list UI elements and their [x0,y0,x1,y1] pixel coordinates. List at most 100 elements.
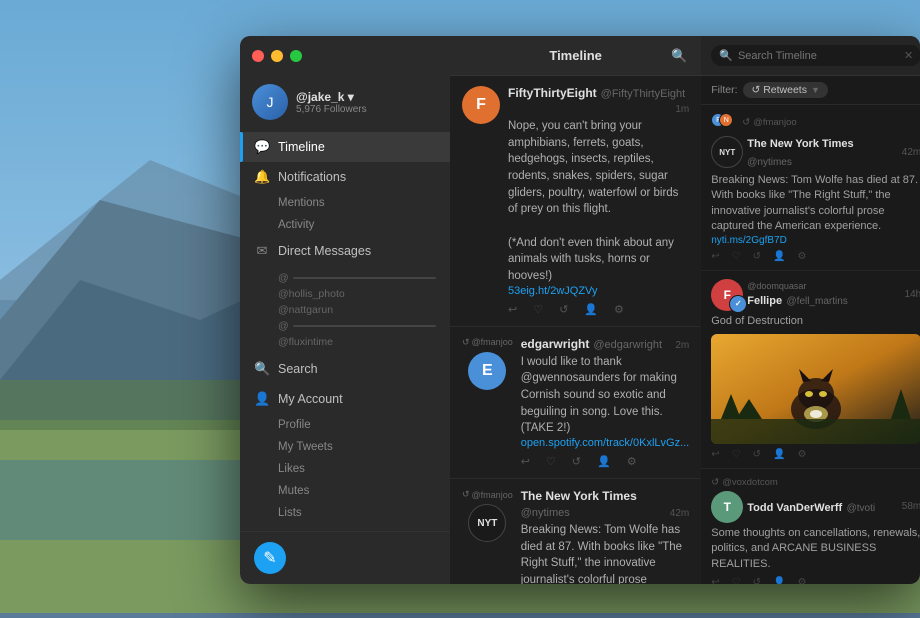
filter-retweets-label: ↺ Retweets [751,84,806,96]
right-tweet-handle: @nytimes [747,157,792,168]
right-tweet-handle: @tvoti [847,503,876,514]
right-tweet-avatar: NYT [711,136,743,168]
dm-button[interactable]: 👤 [773,577,785,584]
sidebar-item-label: Timeline [278,140,325,154]
retweet-indicator: ↺ @fmanjoo [462,337,513,348]
dm-icon: ✉ [254,243,270,259]
sidebar-item-likes[interactable]: Likes [240,458,450,480]
doom-user: @doomquasar [747,281,806,291]
dm-button[interactable]: 👤 [773,449,785,460]
maximize-button[interactable] [290,50,302,62]
retweet-button[interactable]: ↺ [753,577,761,584]
tweet-author-name: FiftyThirtyEight [508,86,597,100]
tweet-body: Nope, you can't bring your amphibians, f… [508,118,689,285]
right-tweet-link[interactable]: nyti.ms/2GgfB7D [711,235,920,246]
sidebar-item-label: Notifications [278,170,346,184]
like-button[interactable]: ♡ [533,303,543,316]
right-tweet-body: Breaking News: Tom Wolfe has died at 87.… [711,173,920,235]
dm-button[interactable]: 👤 [584,303,598,316]
timeline-icon: 💬 [254,139,270,155]
filter-retweets-pill[interactable]: ↺ Retweets ▼ [743,82,827,98]
reply-button[interactable]: ↩ [711,251,719,262]
right-tweet-name: Fellipe [747,295,782,307]
tweet-timestamp: 42m [670,508,689,519]
sidebar-item-notifications[interactable]: 🔔 Notifications [240,162,450,192]
sidebar-item-my-tweets[interactable]: My Tweets [240,436,450,458]
verified-badge: ✓ [729,295,747,313]
sidebar-item-lists[interactable]: Lists [240,502,450,524]
tweet-body: Breaking News: Tom Wolfe has died at 87.… [521,522,690,584]
right-tweet-name: The New York Times [747,138,853,150]
dm-account-fluxintime[interactable]: @fluxintime [278,334,436,350]
right-tweet-item: F N ↺ @fmanjoo NYT The New York Times @n… [701,105,920,271]
dm-button[interactable]: 👤 [597,455,611,468]
tweet-link[interactable]: 53eig.ht/2wJQZVy [508,285,689,297]
tweet-actions: ↩ ♡ ↺ 👤 ⚙ [508,303,689,316]
reply-button[interactable]: ↩ [711,449,719,460]
compose-button[interactable]: ✎ [254,542,286,574]
sidebar-item-timeline[interactable]: 💬 Timeline [240,132,450,162]
sidebar-item-mentions[interactable]: Mentions [240,192,450,214]
minimize-button[interactable] [271,50,283,62]
retweet-button[interactable]: ↺ [572,455,581,468]
sidebar-item-search[interactable]: 🔍 Search [240,354,450,384]
tweet-item: F FiftyThirtyEight @FiftyThirtyEight 1m … [450,76,701,327]
right-tweet-avatar: T [711,491,743,523]
filter-label: Filter: [711,84,737,96]
follower-count: 5,976 Followers [296,104,438,115]
like-button[interactable]: ♡ [732,577,741,584]
like-button[interactable]: ♡ [732,251,741,262]
more-button[interactable]: ⚙ [614,303,624,316]
dm-account-hollis[interactable]: @hollis_photo [278,286,436,302]
tweet-author-handle: @edgarwright [593,339,662,351]
dm-account-item[interactable]: @ [278,270,436,286]
like-button[interactable]: ♡ [732,449,741,460]
tweet-avatar: NYT [468,504,506,542]
right-tweet-body: Some thoughts on cancellations, renewals… [711,526,920,572]
right-tweet-time: 14h [905,289,920,300]
tweet-link[interactable]: open.spotify.com/track/0KxlLvGz... [521,437,690,449]
reply-button[interactable]: ↩ [521,455,530,468]
search-container: 🔍 ✕ [711,45,920,66]
sidebar-item-profile[interactable]: Profile [240,414,450,436]
sidebar-item-label: My Account [278,392,343,406]
main-window: J @jake_k ▾ 5,976 Followers 💬 Timeline 🔔… [240,36,920,584]
timeline-search-icon[interactable]: 🔍 [671,48,687,64]
search-icon: 🔍 [254,361,270,377]
more-button[interactable]: ⚙ [797,251,806,262]
more-button[interactable]: ⚙ [797,449,806,460]
retweet-button[interactable]: ↺ [559,303,568,316]
sidebar-item-activity[interactable]: Activity [240,214,450,236]
user-section[interactable]: J @jake_k ▾ 5,976 Followers [240,76,450,132]
tweet-timestamp: 1m [675,104,689,115]
sidebar-item-mutes[interactable]: Mutes [240,480,450,502]
dm-button[interactable]: 👤 [773,251,785,262]
search-input[interactable] [738,50,899,62]
retweet-button[interactable]: ↺ [753,449,761,460]
account-icon: 👤 [254,391,270,407]
dm-account-nattgarun[interactable]: @nattgarun [278,302,436,318]
tweet-body: I would like to thank @gwennosaunders fo… [521,354,690,437]
more-button[interactable]: ⚙ [627,455,637,468]
like-button[interactable]: ♡ [546,455,556,468]
right-tweet-actions: ↩ ♡ ↺ 👤 ⚙ [711,449,920,460]
right-tweet-body: God of Destruction [711,314,920,329]
right-tweet-time: 42m [902,147,920,158]
sidebar-item-direct-messages[interactable]: ✉ Direct Messages [240,236,450,266]
right-tweet-name: Todd VanDerWerff [747,502,842,514]
retweet-indicator: ↺ @fmanjoo [462,489,513,500]
sidebar: J @jake_k ▾ 5,976 Followers 💬 Timeline 🔔… [240,36,450,584]
dm-account-item2[interactable]: @ [278,318,436,334]
sidebar-item-account[interactable]: 👤 My Account [240,384,450,414]
retweeted-by: @fmanjoo [472,490,513,500]
search-clear-button[interactable]: ✕ [904,49,913,62]
more-button[interactable]: ⚙ [797,577,806,584]
reply-button[interactable]: ↩ [508,303,517,316]
right-panel-header: 🔍 ✕ [701,36,920,76]
tweet-avatar: F [462,86,500,124]
reply-button[interactable]: ↩ [711,577,719,584]
filter-bar: Filter: ↺ Retweets ▼ [701,76,920,105]
close-button[interactable] [252,50,264,62]
retweet-button[interactable]: ↺ [753,251,761,262]
right-tweet-item: ↺ @voxdotcom T Todd VanDerWerff @tvoti 5… [701,469,920,584]
